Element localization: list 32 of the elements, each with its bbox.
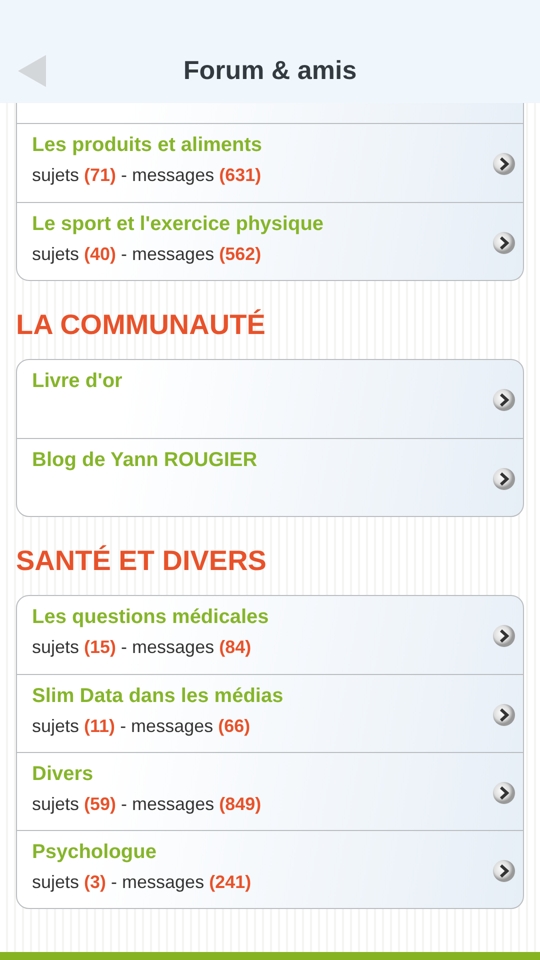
chevron-icon: [492, 467, 516, 491]
forum-title: Les produits et aliments: [32, 134, 262, 157]
forum-row[interactable]: Divers sujets (59) - messages (849): [17, 752, 523, 830]
forum-row[interactable]: Les questions médicales sujets (15) - messages (84): [17, 596, 523, 674]
chevron-icon: [492, 781, 516, 805]
forum-row[interactable]: Les produits et aliments sujets (71) - messages (631): [17, 124, 523, 202]
section-heading: SANTÉ ET DIVERS: [16, 545, 266, 577]
chevron-icon: [492, 152, 516, 176]
chevron-icon: [492, 859, 516, 883]
forum-title: Divers: [32, 763, 94, 786]
forum-title: Les questions médicales: [32, 606, 269, 629]
screen-title: Forum & amis: [183, 55, 357, 86]
forum-row[interactable]: Psychologue sujets (3) - messages (241): [17, 830, 523, 908]
chevron-icon: [492, 624, 516, 648]
forum-stats: sujets (40) - messages (562): [32, 244, 262, 265]
forum-row[interactable]: Slim Data dans les médias sujets (11) - messages (66): [17, 674, 523, 752]
chevron-icon: [492, 703, 516, 727]
forum-title: Psychologue: [32, 841, 156, 864]
forum-stats: sujets (3) - messages (241): [32, 872, 252, 893]
section-heading: LA COMMUNAUTÉ: [16, 309, 266, 341]
forum-stats: sujets (11) - messages (66): [32, 716, 250, 737]
forum-stats: sujets (59) - messages (849): [32, 794, 262, 815]
back-icon[interactable]: [18, 55, 46, 87]
chevron-icon: [492, 231, 516, 255]
forum-title: Blog de Yann ROUGIER: [32, 449, 258, 472]
forum-row[interactable]: Le sport et l'exercice physique sujets (40) - messages (562): [17, 202, 523, 280]
forum-title: Slim Data dans les médias: [32, 685, 284, 708]
forum-stats: sujets (15) - messages (84): [32, 637, 252, 658]
forum-title: Livre d'or: [32, 370, 122, 393]
forum-title: Le sport et l'exercice physique: [32, 213, 324, 236]
chevron-icon: [492, 388, 516, 412]
forum-stats: sujets (71) - messages (631): [32, 165, 262, 186]
